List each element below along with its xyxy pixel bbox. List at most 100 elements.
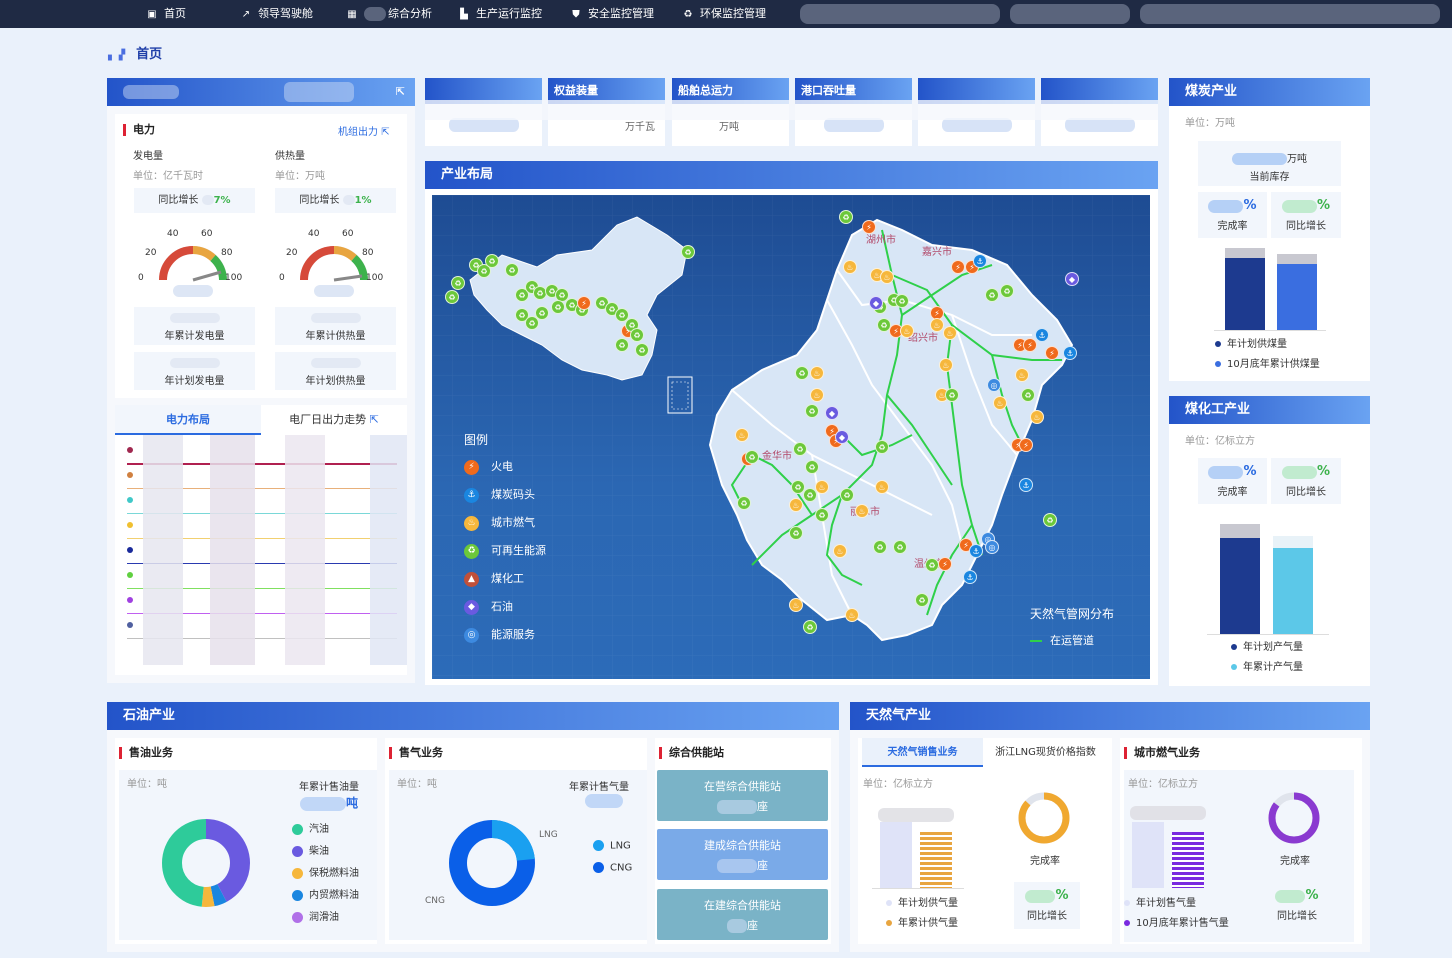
renewable-marker-icon[interactable]: ♻ [839,210,853,224]
nav-item-production[interactable]: ▙ 生产运行监控 [458,0,542,28]
thermal-marker-icon[interactable]: ⚡ [938,557,952,571]
gas-marker-icon[interactable]: ♨ [930,318,944,332]
nav-item-cockpit[interactable]: ↗ 领导驾驶舱 [240,0,313,28]
legend-item-oil[interactable]: ◆ 石油 [464,598,513,615]
renewable-marker-icon[interactable]: ♻ [791,480,805,494]
gas-marker-icon[interactable]: ♨ [943,326,957,340]
renewable-marker-icon[interactable]: ♻ [681,245,695,259]
renewable-marker-icon[interactable]: ♻ [915,593,929,607]
legend-item-thermal[interactable]: ⚡ 火电 [464,458,513,475]
legend-item-coal-port[interactable]: ⚓ 煤炭码头 [464,486,535,503]
tab-lng-price-index[interactable]: 浙江LNG现货价格指数 [983,738,1108,767]
top-navigation-bar: ▣ 首页 ↗ 领导驾驶舱 ▦ 综合分析 ▙ 生产运行监控 ⛊ 安全监控管理 ♻ 环保监控管理 [0,0,1452,28]
gas-marker-icon[interactable]: ♨ [855,504,869,518]
gas-marker-icon[interactable]: ♨ [900,324,914,338]
renewable-marker-icon[interactable]: ♻ [875,440,889,454]
renewable-marker-icon[interactable]: ♻ [840,488,854,502]
renewable-marker-icon[interactable]: ♻ [925,558,939,572]
built-station-button[interactable]: 建成综合供能站座 [657,829,828,880]
legend-item-renewable[interactable]: ♻ 可再生能源 [464,542,546,559]
port-marker-icon[interactable]: ⚓ [1063,346,1077,360]
renewable-marker-icon[interactable]: ♻ [795,366,809,380]
unit-output-link[interactable]: 机组出力 ⇱ [338,123,390,138]
gas-marker-icon[interactable]: ♨ [810,388,824,402]
thermal-marker-icon[interactable]: ⚡ [1045,346,1059,360]
renewable-marker-icon[interactable]: ♻ [505,263,519,277]
port-marker-icon[interactable]: ⚓ [1019,478,1033,492]
renewable-marker-icon[interactable]: ♻ [535,306,549,320]
gas-marker-icon[interactable]: ♨ [789,598,803,612]
port-marker-icon[interactable]: ⚓ [973,254,987,268]
nav-item-analysis[interactable]: ▦ 综合分析 [346,0,432,28]
gas-marker-icon[interactable]: ♨ [880,270,894,284]
thermal-marker-icon[interactable]: ⚡ [577,296,591,310]
renewable-marker-icon[interactable]: ♻ [803,620,817,634]
legend-label: 煤炭码头 [491,488,535,501]
tab-daily-output[interactable]: 电厂日出力走势 ⇱ [261,405,407,435]
nav-item-home[interactable]: ▣ 首页 [146,0,186,28]
gas-marker-icon[interactable]: ♨ [815,480,829,494]
gas-marker-icon[interactable]: ♨ [833,544,847,558]
oil-marker-icon[interactable]: ◆ [869,296,883,310]
constructing-station-button[interactable]: 在建综合供能站座 [657,889,828,940]
renewable-marker-icon[interactable]: ♻ [815,508,829,522]
gas-marker-icon[interactable]: ♨ [939,358,953,372]
oil-marker-icon[interactable]: ◆ [825,406,839,420]
tab-power-layout[interactable]: 电力布局 [115,405,261,435]
nav-item-safety[interactable]: ⛊ 安全监控管理 [570,0,654,28]
power-title: 电力 [123,124,155,136]
renewable-marker-icon[interactable]: ♻ [445,290,459,304]
renewable-marker-icon[interactable]: ♻ [1043,513,1057,527]
gas-marker-icon[interactable]: ♨ [1030,410,1044,424]
external-link-icon[interactable]: ⇱ [396,78,405,106]
renewable-marker-icon[interactable]: ♻ [630,328,644,342]
renewable-marker-icon[interactable]: ♻ [551,300,565,314]
renewable-marker-icon[interactable]: ♻ [485,254,499,268]
gas-marker-icon[interactable]: ♨ [875,480,889,494]
renewable-marker-icon[interactable]: ♻ [805,404,819,418]
gas-marker-icon[interactable]: ♨ [735,428,749,442]
renewable-marker-icon[interactable]: ♻ [873,540,887,554]
oil-marker-icon[interactable]: ◆ [835,430,849,444]
service-marker-icon[interactable]: ◎ [987,378,1001,392]
tab-gas-sales[interactable]: 天然气销售业务 [862,738,983,767]
renewable-marker-icon[interactable]: ♻ [451,276,465,290]
port-marker-icon[interactable]: ⚓ [963,570,977,584]
gas-marker-icon[interactable]: ♨ [789,498,803,512]
thermal-marker-icon[interactable]: ⚡ [1019,438,1033,452]
renewable-marker-icon[interactable]: ♻ [893,540,907,554]
thermal-marker-icon[interactable]: ⚡ [951,260,965,274]
renewable-marker-icon[interactable]: ♻ [1000,284,1014,298]
gas-marker-icon[interactable]: ♨ [845,608,859,622]
service-marker-icon[interactable]: ◎ [985,540,999,554]
renewable-marker-icon[interactable]: ♻ [615,338,629,352]
renewable-marker-icon[interactable]: ♻ [895,294,909,308]
industry-map[interactable]: 湖州市 嘉兴市 绍兴市 金华市 丽水市 温州市 ♻♻♻♻♻♻♻♻♻♻♻♻♻♻♻⚡… [432,195,1150,679]
nav-item-environment[interactable]: ♻ 环保监控管理 [682,0,766,28]
operating-station-button[interactable]: 在营综合供能站座 [657,770,828,821]
renewable-marker-icon[interactable]: ♻ [745,450,759,464]
legend-item-coal-chemical[interactable]: ▲ 煤化工 [464,570,524,587]
renewable-marker-icon[interactable]: ♻ [803,488,817,502]
renewable-marker-icon[interactable]: ♻ [805,460,819,474]
renewable-marker-icon[interactable]: ♻ [985,288,999,302]
renewable-marker-icon[interactable]: ♻ [737,496,751,510]
renewable-marker-icon[interactable]: ♻ [793,442,807,456]
renewable-marker-icon[interactable]: ♻ [635,343,649,357]
gas-marker-icon[interactable]: ♨ [843,260,857,274]
renewable-marker-icon[interactable]: ♻ [945,388,959,402]
heat-gauge: 0 20 40 60 80 100 [279,229,383,297]
legend-item-city-gas[interactable]: ♨ 城市燃气 [464,514,535,531]
gas-marker-icon[interactable]: ♨ [1015,368,1029,382]
renewable-marker-icon[interactable]: ♻ [789,526,803,540]
gas-marker-icon[interactable]: ♨ [993,396,1007,410]
oil-marker-icon[interactable]: ◆ [1065,272,1079,286]
legend-label: 年计划售气量 [1136,898,1196,909]
thermal-marker-icon[interactable]: ⚡ [862,220,876,234]
thermal-marker-icon[interactable]: ⚡ [1023,338,1037,352]
port-marker-icon[interactable]: ⚓ [1035,328,1049,342]
gas-marker-icon[interactable]: ♨ [810,366,824,380]
port-marker-icon[interactable]: ⚓ [969,544,983,558]
renewable-marker-icon[interactable]: ♻ [1021,388,1035,402]
legend-item-energy-service[interactable]: ◎ 能源服务 [464,626,535,643]
